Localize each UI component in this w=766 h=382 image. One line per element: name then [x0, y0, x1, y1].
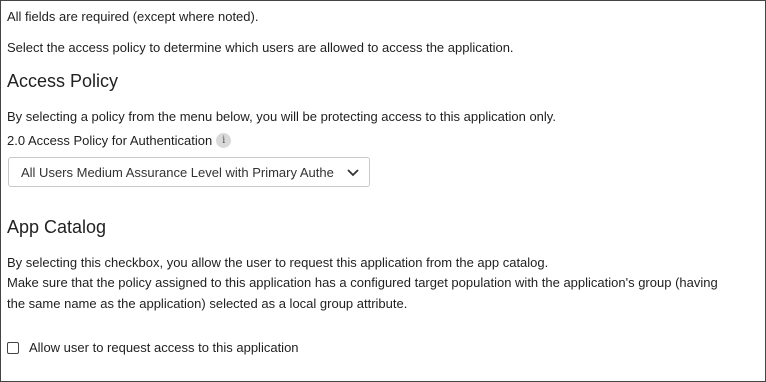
app-catalog-description-line3: the same name as the application) select…: [7, 296, 408, 311]
allow-request-label[interactable]: Allow user to request access to this app…: [29, 339, 299, 356]
allow-request-row[interactable]: Allow user to request access to this app…: [7, 339, 299, 356]
access-policy-field-label-row: 2.0 Access Policy for Authentication i: [7, 132, 232, 149]
app-catalog-description-line1: By selecting this checkbox, you allow th…: [7, 255, 549, 270]
allow-request-checkbox[interactable]: [7, 341, 19, 354]
required-note: All fields are required (except where no…: [7, 9, 259, 24]
app-catalog-heading: App Catalog: [7, 217, 107, 237]
access-policy-select[interactable]: All Users Medium Assurance Level with Pr…: [8, 157, 370, 187]
access-policy-heading: Access Policy: [7, 71, 119, 91]
chevron-down-icon: [347, 169, 359, 177]
info-icon[interactable]: i: [216, 133, 232, 148]
access-policy-selected-value: All Users Medium Assurance Level with Pr…: [21, 164, 334, 180]
access-policy-description: By selecting a policy from the menu belo…: [7, 109, 556, 124]
select-policy-text: Select the access policy to determine wh…: [7, 40, 514, 55]
form-panel: All fields are required (except where no…: [0, 0, 766, 382]
app-catalog-description-line2: Make sure that the policy assigned to th…: [7, 275, 718, 290]
access-policy-field-label: 2.0 Access Policy for Authentication: [7, 133, 213, 148]
